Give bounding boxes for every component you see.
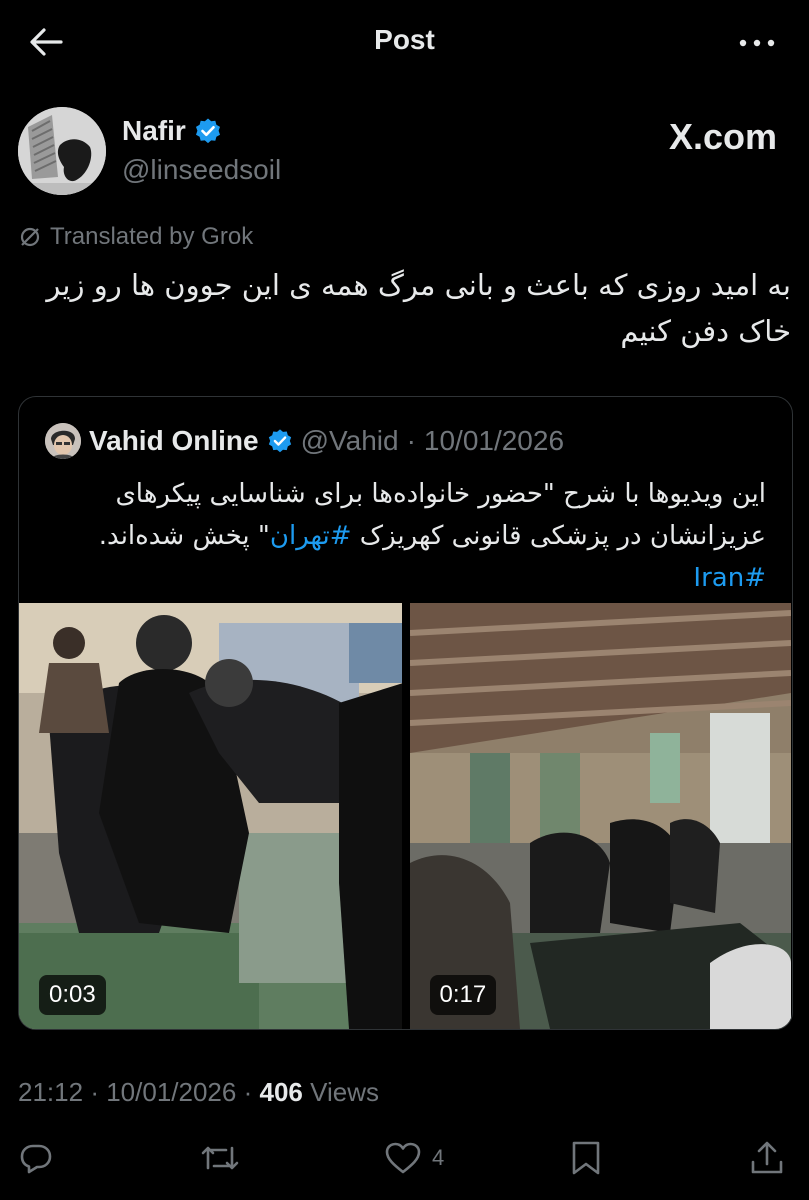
video-frame-2 [409, 603, 791, 1029]
post-text: به امید روزی که باعث و بانی مرگ همه ی ای… [46, 268, 791, 348]
quote-author-name: Vahid Online [89, 425, 259, 456]
video-thumbnail-2[interactable]: 0:17 [409, 603, 793, 1029]
author-avatar[interactable] [18, 107, 106, 195]
action-bar: 4 [0, 1136, 809, 1180]
x-com-logo: X.com [669, 116, 777, 158]
post-date[interactable]: 10/01/2026 [106, 1077, 236, 1107]
share-button[interactable] [750, 1136, 784, 1180]
bookmark-icon [572, 1141, 600, 1175]
translation-notice[interactable]: Translated by Grok [18, 223, 253, 251]
repost-button[interactable] [200, 1136, 240, 1180]
quote-avatar [45, 423, 81, 459]
reply-button[interactable] [18, 1136, 54, 1180]
like-button[interactable]: 4 [384, 1136, 444, 1180]
x-com-text: X.com [668, 116, 777, 157]
hashtag-tehran[interactable]: #تهران [270, 521, 352, 551]
translate-icon [20, 227, 40, 247]
views-count: 406 [259, 1077, 303, 1107]
video-frame-1 [19, 603, 402, 1029]
quoted-post[interactable]: Vahid Online @Vahid · 10/01/2026 این وید… [18, 396, 793, 1030]
views-label: Views [310, 1077, 380, 1107]
quote-text-part2: " پخش شده‌اند. [98, 521, 270, 551]
quote-media: 0:03 0:17 [19, 603, 792, 1029]
video-duration-1: 0:03 [39, 975, 106, 1015]
quote-separator: · [406, 425, 416, 456]
more-options-button[interactable] [735, 26, 779, 60]
more-horizontal-icon [739, 39, 775, 47]
verified-badge-icon [195, 118, 220, 144]
heart-icon [385, 1142, 421, 1174]
quote-text: این ویدیوها با شرح "حضور خانواده‌ها برای… [41, 473, 766, 599]
post-time[interactable]: 21:12 [18, 1077, 83, 1107]
share-icon [751, 1141, 783, 1174]
post-meta: 21:12 · 10/01/2026 · 406 Views [18, 1077, 379, 1108]
like-count: 4 [432, 1145, 445, 1170]
quote-header: Vahid Online @Vahid · 10/01/2026 [45, 423, 564, 459]
hashtag-iran[interactable]: #Iran [693, 563, 766, 593]
author-name-text: Nafir [122, 115, 186, 146]
repost-icon [201, 1146, 239, 1170]
author-handle[interactable]: @linseedsoil [122, 154, 281, 186]
author-name[interactable]: Nafir [122, 115, 222, 147]
post-page: Post Nafir @linseedsoil X.com Translated… [0, 0, 809, 1200]
page-title: Post [374, 24, 435, 55]
quote-date: 10/01/2026 [423, 425, 565, 456]
quote-avatar-image [45, 423, 81, 459]
bookmark-button[interactable] [570, 1136, 602, 1180]
video-thumbnail-1[interactable]: 0:03 [19, 603, 402, 1029]
top-bar: Post [0, 0, 809, 86]
meta-separator: · [243, 1077, 253, 1107]
meta-separator: · [90, 1077, 99, 1107]
video-duration-2: 0:17 [429, 975, 497, 1015]
verified-badge-icon [268, 429, 291, 453]
translation-text: Translated by Grok [50, 223, 254, 250]
quote-author-handle: @Vahid [300, 425, 399, 456]
reply-icon [20, 1144, 52, 1174]
avatar-image [18, 107, 106, 195]
